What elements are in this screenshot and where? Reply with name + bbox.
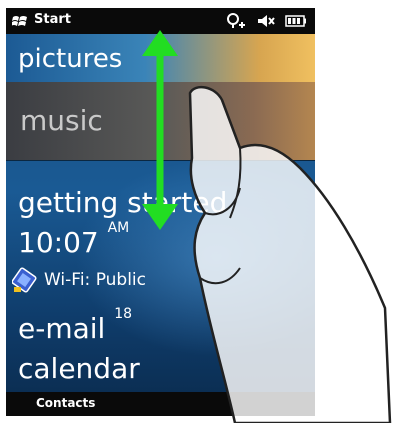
clock-time: 10:07 (18, 226, 99, 259)
music-label: music (20, 104, 103, 137)
connectivity-icon[interactable] (225, 13, 247, 29)
clock[interactable]: 10:07 AM (18, 220, 129, 259)
battery-icon[interactable] (285, 15, 307, 27)
wifi-icon (12, 267, 37, 293)
volume-muted-icon[interactable] (257, 13, 275, 29)
pictures-label: pictures (18, 44, 123, 74)
finger-gesture-hand-icon (188, 85, 392, 423)
menu-item-email[interactable]: e-mail 18 (18, 306, 132, 345)
email-count: 18 (114, 305, 133, 322)
start-flag-icon[interactable] (12, 14, 28, 28)
email-label: e-mail (18, 312, 106, 345)
wifi-label: Wi-Fi: Public (44, 270, 146, 290)
wifi-status[interactable]: Wi-Fi: Public (12, 266, 146, 294)
start-label[interactable]: Start (34, 12, 71, 27)
clock-ampm: AM (107, 219, 130, 236)
status-icons (225, 13, 307, 29)
softkey-contacts[interactable]: Contacts (36, 396, 95, 410)
menu-item-calendar[interactable]: calendar (18, 352, 140, 385)
